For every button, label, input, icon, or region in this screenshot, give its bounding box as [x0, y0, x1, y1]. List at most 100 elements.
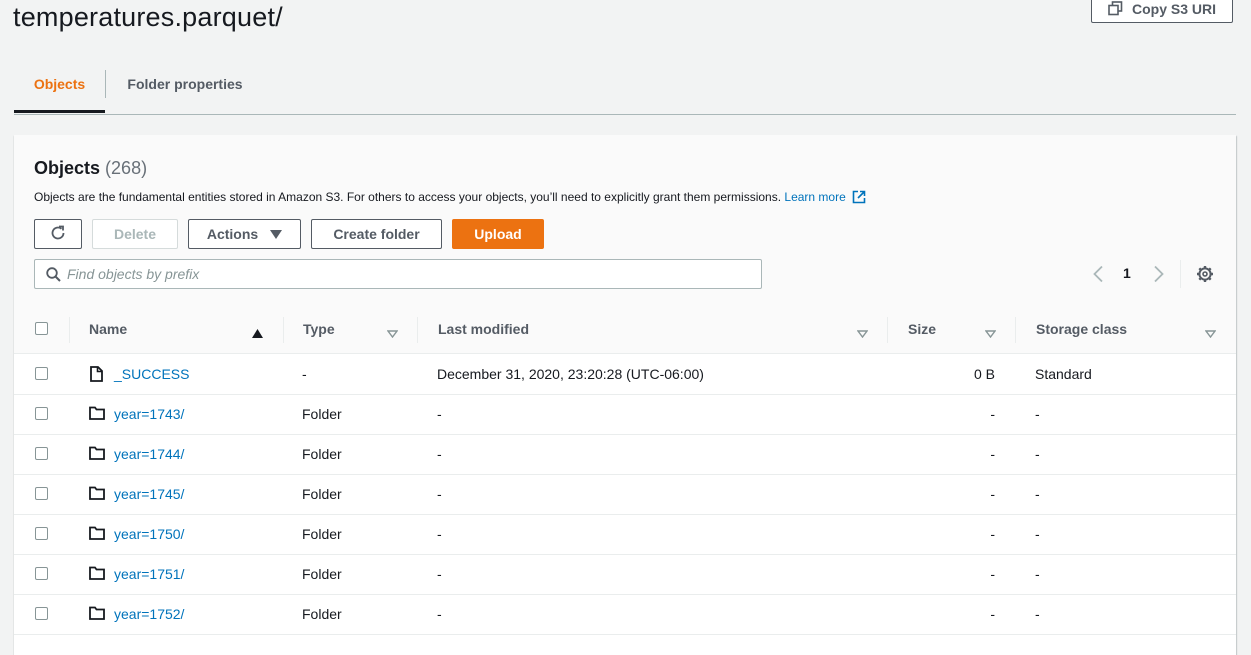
object-name-link[interactable]: _SUCCESS [114, 354, 189, 394]
row-checkbox[interactable] [35, 527, 48, 540]
gear-icon[interactable] [1196, 265, 1214, 288]
object-name-link[interactable]: year=1743/ [114, 394, 184, 434]
objects-panel: Objects (268) Objects are the fundamenta… [14, 135, 1236, 655]
objects-panel-header: Objects (268) Objects are the fundamenta… [14, 135, 1236, 306]
object-type: - [302, 366, 307, 382]
folder-icon [89, 606, 105, 623]
current-page-number[interactable]: 1 [1123, 265, 1131, 281]
object-size: - [990, 566, 995, 582]
object-name-link[interactable]: year=1752/ [114, 594, 184, 634]
column-header-storage-class[interactable]: Storage class [1036, 305, 1127, 353]
column-separator [417, 317, 418, 343]
actions-label: Actions [206, 226, 259, 242]
table-header: Name Type Last modified Size Storage cla… [14, 305, 1236, 354]
object-storage-class: Standard [1035, 366, 1092, 382]
delete-button[interactable]: Delete [92, 219, 178, 249]
row-checkbox[interactable] [35, 407, 48, 420]
object-storage-class: - [1035, 486, 1040, 502]
object-last-modified: - [437, 486, 442, 502]
object-type: Folder [302, 566, 342, 582]
column-separator [887, 317, 888, 343]
object-last-modified: - [437, 606, 442, 622]
row-checkbox[interactable] [35, 487, 48, 500]
table-row[interactable]: _SUCCESS - December 31, 2020, 23:20:28 (… [14, 354, 1236, 395]
folder-icon [89, 526, 105, 543]
object-storage-class: - [1035, 566, 1040, 582]
object-name-link[interactable]: year=1751/ [114, 554, 184, 594]
column-header-type[interactable]: Type [303, 305, 335, 353]
sort-caret-icon[interactable] [856, 325, 869, 343]
refresh-button[interactable] [34, 219, 82, 249]
pager-divider [1180, 260, 1181, 288]
row-checkbox[interactable] [35, 367, 48, 380]
object-last-modified: - [437, 406, 442, 422]
object-type: Folder [302, 486, 342, 502]
object-type: Folder [302, 406, 342, 422]
object-name-link[interactable]: year=1750/ [114, 514, 184, 554]
object-size: - [990, 446, 995, 462]
row-checkbox[interactable] [35, 447, 48, 460]
object-last-modified: December 31, 2020, 23:20:28 (UTC-06:00) [437, 366, 704, 382]
next-page-icon[interactable] [1153, 265, 1165, 288]
search-input[interactable] [67, 260, 747, 288]
create-folder-button[interactable]: Create folder [311, 219, 442, 249]
object-storage-class: - [1035, 446, 1040, 462]
upload-button[interactable]: Upload [452, 219, 544, 249]
column-header-name[interactable]: Name [89, 305, 127, 353]
table-row[interactable]: year=1752/ Folder - - - [14, 594, 1236, 635]
folder-icon [89, 486, 105, 503]
row-checkbox[interactable] [35, 607, 48, 620]
object-name-link[interactable]: year=1745/ [114, 474, 184, 514]
caret-down-icon [270, 226, 283, 242]
sort-caret-icon[interactable] [386, 325, 399, 343]
object-size: 0 B [973, 366, 995, 382]
actions-button[interactable]: Actions [188, 219, 301, 249]
tab-folder-properties[interactable]: Folder properties [117, 64, 253, 113]
tab-objects[interactable]: Objects [14, 64, 105, 113]
column-separator [1015, 317, 1016, 343]
object-size: - [990, 486, 995, 502]
sort-ascending-icon[interactable] [252, 325, 263, 343]
objects-title-text: Objects [34, 158, 101, 178]
refresh-icon [49, 224, 67, 245]
copy-s3-uri-label: Copy S3 URI [1131, 0, 1216, 17]
object-size: - [990, 406, 995, 422]
column-header-last-modified[interactable]: Last modified [438, 305, 529, 353]
folder-icon [89, 566, 105, 583]
object-storage-class: - [1035, 406, 1040, 422]
page-title: temperatures.parquet/ [13, 2, 283, 32]
table-row[interactable]: year=1750/ Folder - - - [14, 514, 1236, 555]
object-size: - [990, 526, 995, 542]
search-box [34, 259, 762, 289]
sort-caret-icon[interactable] [1204, 325, 1217, 343]
objects-description-text: Objects are the fundamental entities sto… [34, 190, 782, 204]
copy-icon [1108, 1, 1123, 16]
learn-more-link[interactable]: Learn more [784, 190, 845, 204]
column-header-size[interactable]: Size [908, 305, 936, 353]
file-icon [90, 366, 103, 385]
table-row[interactable]: year=1743/ Folder - - - [14, 394, 1236, 435]
table-row[interactable]: year=1751/ Folder - - - [14, 554, 1236, 595]
object-name-link[interactable]: year=1744/ [114, 434, 184, 474]
objects-description: Objects are the fundamental entities sto… [34, 190, 866, 207]
folder-icon [89, 406, 105, 423]
folder-icon [89, 446, 105, 463]
objects-count: (268) [105, 158, 148, 178]
object-last-modified: - [437, 526, 442, 542]
object-storage-class: - [1035, 606, 1040, 622]
tab-bar: Objects Folder properties [14, 64, 1236, 115]
select-all-checkbox[interactable] [35, 322, 48, 335]
object-type: Folder [302, 526, 342, 542]
row-checkbox[interactable] [35, 567, 48, 580]
copy-s3-uri-button[interactable]: Copy S3 URI [1091, 0, 1233, 23]
previous-page-icon[interactable] [1092, 265, 1104, 288]
object-last-modified: - [437, 566, 442, 582]
table-row[interactable]: year=1745/ Folder - - - [14, 474, 1236, 515]
tab-separator [105, 70, 106, 98]
object-last-modified: - [437, 446, 442, 462]
column-separator [283, 317, 284, 343]
object-storage-class: - [1035, 526, 1040, 542]
external-link-icon[interactable] [852, 190, 866, 207]
sort-caret-icon[interactable] [984, 325, 997, 343]
table-row[interactable]: year=1744/ Folder - - - [14, 434, 1236, 475]
